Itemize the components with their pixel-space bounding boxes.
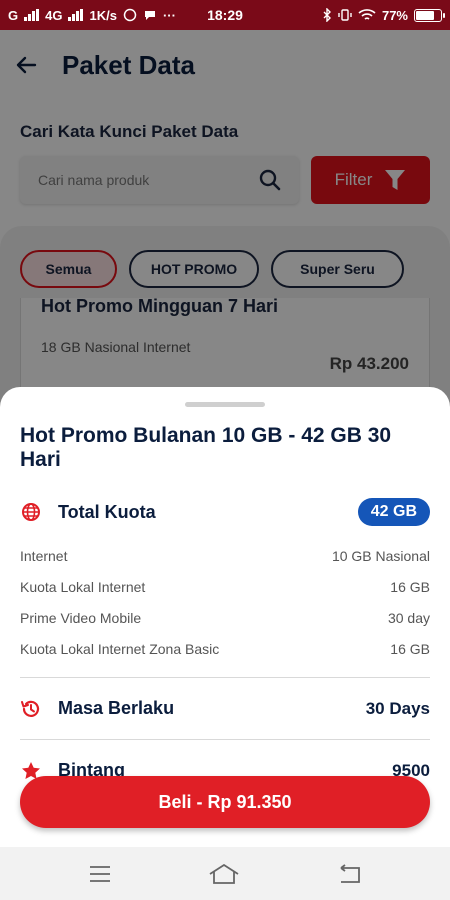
detail-row: Kuota Lokal Internet Zona Basic 16 GB (20, 633, 430, 664)
carrier-indicator: G (8, 7, 19, 23)
menu-icon[interactable] (89, 865, 111, 883)
message-icon (144, 11, 155, 20)
detail-row: Internet 10 GB Nasional (20, 540, 430, 571)
more-icon: ··· (162, 7, 176, 23)
detail-label: Internet (20, 547, 68, 564)
wifi-icon (358, 9, 376, 20)
bluetooth-icon (323, 8, 331, 22)
whatsapp-icon (123, 8, 137, 22)
validity-value: 30 Days (365, 698, 430, 718)
status-bar: G 4G 1K/s ··· 18:29 77% (0, 0, 450, 30)
history-icon (21, 700, 40, 717)
network-type: 4G (45, 7, 63, 23)
signal-icon-2 (68, 9, 84, 21)
total-quota-badge: 42 GB (357, 498, 430, 526)
globe-icon (22, 503, 40, 521)
detail-value: 10 GB Nasional (331, 547, 430, 564)
detail-value: 16 GB (390, 578, 430, 595)
buy-button[interactable]: Beli - Rp 91.350 (20, 776, 430, 828)
signal-icon (24, 9, 40, 21)
detail-value: 30 day (387, 609, 430, 626)
detail-value: 16 GB (390, 640, 430, 657)
detail-label: Prime Video Mobile (20, 609, 142, 626)
detail-row: Kuota Lokal Internet 16 GB (20, 571, 430, 602)
validity-label: Masa Berlaku (58, 698, 175, 718)
clock: 18:29 (207, 7, 243, 23)
detail-row: Prime Video Mobile 30 day (20, 602, 430, 633)
network-speed: 1K/s (89, 7, 117, 23)
vibrate-icon (338, 9, 352, 21)
detail-label: Kuota Lokal Internet (20, 578, 146, 595)
battery-icon (414, 8, 445, 22)
quota-detail-list: Internet 10 GB Nasional Kuota Lokal Inte… (20, 540, 430, 664)
detail-label: Kuota Lokal Internet Zona Basic (20, 640, 220, 657)
battery-percent: 77% (381, 7, 408, 23)
validity-row: Masa Berlaku 30 Days (20, 678, 430, 739)
total-quota-label: Total Kuota (58, 501, 156, 522)
system-nav-bar (0, 847, 450, 900)
home-icon[interactable] (209, 863, 239, 884)
sheet-title: Hot Promo Bulanan 10 GB - 42 GB 30 Hari (20, 424, 392, 471)
back-nav-icon[interactable] (337, 863, 361, 884)
sheet-drag-handle[interactable] (185, 402, 265, 407)
product-detail-sheet: Hot Promo Bulanan 10 GB - 42 GB 30 Hari … (0, 387, 450, 847)
total-quota-row: Total Kuota 42 GB (20, 498, 430, 526)
